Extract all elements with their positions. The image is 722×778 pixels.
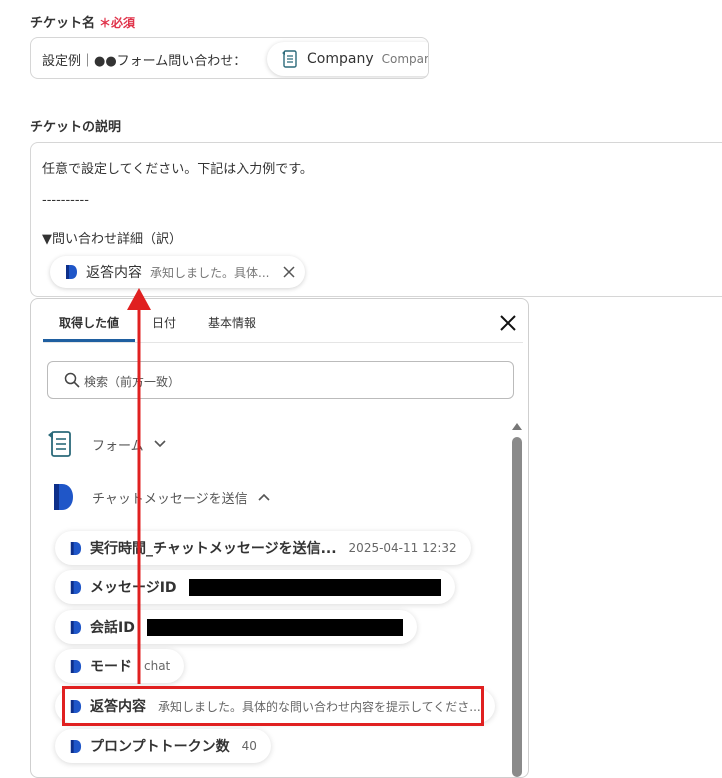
chevron-up-icon [258,493,270,501]
dify-icon [70,580,82,594]
chip-label: Company [307,51,374,67]
value-item-exec-time[interactable]: 実行時間_チャットメッセージを送信... 2025-04-11 12:32 [55,531,471,565]
desc-line-1: 任意で設定してください。下記は入力例です。 [42,162,313,177]
scrollbar-thumb[interactable] [512,437,522,777]
search-icon [64,372,80,388]
dify-icon [66,265,77,279]
company-variable-chip[interactable]: Company Compar [267,42,429,76]
dify-icon [54,484,73,510]
dify-icon [70,620,82,634]
desc-line-2: ---------- [42,193,89,208]
dify-icon [70,541,82,555]
value-item-conversation-id[interactable]: 会話ID [55,610,417,644]
ticket-description-label: チケットの説明 [30,120,122,135]
ticket-name-field[interactable]: 設定例｜●●フォーム問い合わせ： Company Compar [30,37,429,79]
tab-basic-info[interactable]: 基本情報 [208,314,256,331]
ticket-description-field[interactable]: 任意で設定してください。下記は入力例です。 ---------- ▼問い合わせ詳… [30,142,722,297]
answer-variable-chip[interactable]: 返答内容 承知しました。具体... [50,256,306,288]
tab-divider [43,342,523,343]
tab-date[interactable]: 日付 [152,314,176,331]
close-icon[interactable] [499,314,517,332]
dify-icon [70,659,82,673]
value-item-mode[interactable]: モード chat [55,649,185,683]
chevron-down-icon [154,440,166,448]
value-text: 40 [241,739,257,753]
dify-icon [70,739,82,753]
value-item-message-id[interactable]: メッセージID [55,570,455,604]
annotation-arrow-icon [127,288,151,684]
value-item-prompt-tokens[interactable]: プロンプトトークン数 40 [55,729,271,763]
highlight-box [62,686,484,726]
ticket-name-prefix: 設定例｜●●フォーム問い合わせ： [42,54,247,69]
scroll-up-arrow-icon[interactable] [511,421,523,431]
required-mark: ＊必須 [99,16,136,30]
form-icon [48,431,71,457]
redacted-value [188,578,441,596]
desc-line-3: ▼問い合わせ詳細（訳） [42,232,182,247]
remove-chip-icon[interactable] [283,266,295,278]
value-text: 2025-04-11 12:32 [348,541,457,555]
chip-sub: 承知しました。具体... [150,265,270,280]
form-icon [282,50,297,68]
chip-label: 返答内容 [86,265,142,281]
ticket-name-label: チケット名 ＊必須 [30,16,136,31]
redacted-value [146,618,403,636]
group-label: チャットメッセージを送信 [92,491,248,507]
tab-acquired-values[interactable]: 取得した値 [59,314,119,331]
group-chat-message[interactable]: チャットメッセージを送信 [51,483,270,511]
chip-sub: Compar [381,52,429,66]
value-key: プロンプトトークン数 [90,739,230,755]
search-input[interactable]: 検索（前方一致） [47,361,514,399]
